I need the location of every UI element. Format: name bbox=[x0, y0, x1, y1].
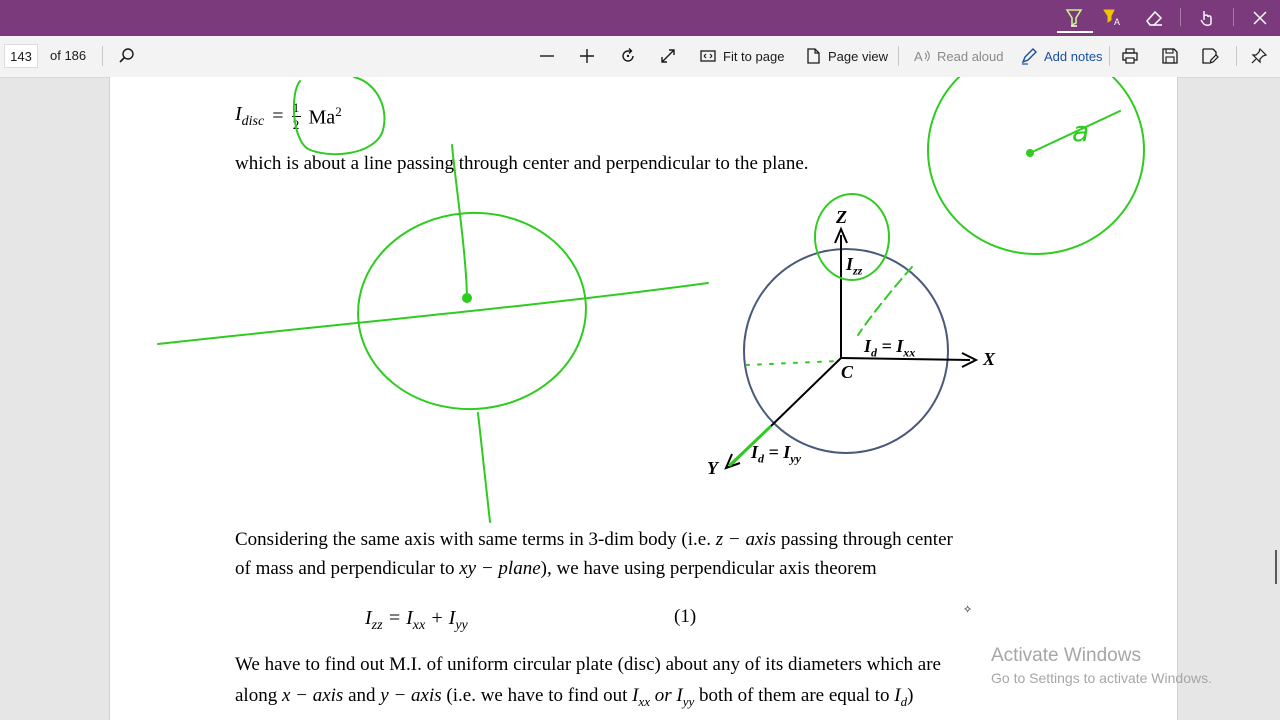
ink-center-dot bbox=[1026, 149, 1034, 157]
save-as-icon bbox=[1202, 48, 1219, 64]
pdf-page: Idisc = 12 Ma2 which is about a line pas… bbox=[109, 77, 1178, 720]
toolbar-divider bbox=[898, 46, 899, 66]
page-view-label: Page view bbox=[828, 48, 888, 64]
z-axis-label: Z bbox=[836, 207, 847, 227]
rotate-button[interactable] bbox=[619, 44, 637, 68]
close-icon[interactable] bbox=[1247, 6, 1273, 30]
fraction-one-half: 12 bbox=[291, 100, 301, 132]
id-ixx-label: Id = Ixx bbox=[864, 336, 916, 360]
search-icon bbox=[119, 48, 134, 63]
add-notes-label: Add notes bbox=[1044, 48, 1103, 64]
touch-writing-icon[interactable] bbox=[1194, 6, 1220, 30]
svg-text:A: A bbox=[914, 49, 923, 64]
print-button[interactable] bbox=[1121, 44, 1139, 68]
z-axis-arrow bbox=[834, 226, 848, 244]
text-para-1: Considering the same axis with same term… bbox=[235, 529, 953, 550]
ink-disc-axis bbox=[157, 282, 709, 345]
ink-dashed-line-1 bbox=[745, 360, 839, 366]
toolbar-divider bbox=[1109, 46, 1110, 66]
title-bar: A bbox=[0, 0, 1280, 36]
id-iyy-label: Id = Iyy bbox=[751, 442, 801, 466]
save-as-button[interactable] bbox=[1201, 44, 1219, 68]
titlebar-divider bbox=[1233, 8, 1234, 26]
ink-circle-radius bbox=[927, 77, 1145, 255]
sphere-outline bbox=[743, 248, 949, 454]
ink-vertical-line bbox=[477, 412, 491, 523]
equation-number: (1) bbox=[674, 606, 697, 627]
x-axis-label: X bbox=[983, 349, 996, 369]
y-axis-label: Y bbox=[707, 458, 718, 478]
activate-windows-subtitle: Go to Settings to activate Windows. bbox=[991, 670, 1212, 686]
text-para-4: along x − axis and y − axis (i.e. we hav… bbox=[235, 685, 914, 709]
svg-text:A: A bbox=[1114, 17, 1120, 27]
ink-pointer-dot bbox=[462, 293, 472, 303]
x-axis-arrow bbox=[961, 352, 979, 368]
pin-toolbar-button[interactable] bbox=[1250, 44, 1268, 68]
read-aloud-button[interactable]: A Read aloud bbox=[913, 44, 1004, 68]
eraser-icon[interactable] bbox=[1141, 6, 1167, 30]
fit-to-page-button[interactable]: Fit to page bbox=[699, 44, 784, 68]
izz-label: Izz bbox=[846, 254, 863, 278]
pen-icon bbox=[1021, 48, 1037, 65]
pin-icon bbox=[1251, 47, 1268, 64]
zoom-in-button[interactable] bbox=[578, 44, 596, 68]
perpendicular-axis-equation: Izz = Ixx + Iyy bbox=[365, 607, 468, 633]
read-aloud-icon: A bbox=[914, 49, 930, 64]
save-icon bbox=[1162, 48, 1178, 64]
center-label: C bbox=[841, 362, 854, 382]
scrollbar-thumb[interactable] bbox=[1275, 550, 1277, 584]
ink-letter-a: a bbox=[1072, 115, 1090, 148]
expand-icon bbox=[661, 49, 675, 63]
print-icon bbox=[1122, 48, 1138, 64]
plus-icon bbox=[580, 49, 594, 63]
ink-dashed-line-2 bbox=[857, 266, 913, 336]
page-count: of 186 bbox=[50, 48, 87, 63]
translate-highlight-icon[interactable]: A bbox=[1100, 6, 1126, 30]
activate-windows-title: Activate Windows bbox=[991, 645, 1141, 666]
ink-disc bbox=[357, 211, 587, 411]
read-aloud-label: Read aloud bbox=[937, 48, 1004, 64]
page-view-icon bbox=[807, 48, 820, 64]
disc-moment-equation: Idisc = 12 Ma2 bbox=[235, 100, 342, 132]
minus-icon bbox=[540, 55, 554, 57]
y-axis-arrow bbox=[724, 453, 741, 470]
text-para-3: We have to find out M.I. of uniform circ… bbox=[235, 654, 941, 675]
titlebar-divider bbox=[1180, 8, 1181, 26]
page-number-input[interactable] bbox=[4, 44, 38, 68]
highlighter-icon[interactable] bbox=[1061, 6, 1087, 30]
toolbar: of 186 Fit to page Page view A Read alou… bbox=[0, 36, 1280, 78]
text-line-1: which is about a line passing through ce… bbox=[235, 153, 809, 174]
search-button[interactable] bbox=[118, 44, 136, 68]
save-button[interactable] bbox=[1161, 44, 1179, 68]
page-view-button[interactable]: Page view bbox=[804, 44, 888, 68]
text-para-2: of mass and perpendicular to xy − plane)… bbox=[235, 558, 877, 579]
cursor-icon: ✧ bbox=[963, 604, 973, 616]
rotate-icon bbox=[622, 48, 634, 62]
toolbar-divider bbox=[1236, 46, 1237, 66]
fullscreen-button[interactable] bbox=[659, 44, 677, 68]
toolbar-divider bbox=[102, 46, 103, 66]
add-notes-button[interactable]: Add notes bbox=[1020, 44, 1103, 68]
zoom-out-button[interactable] bbox=[538, 44, 556, 68]
fit-to-page-label: Fit to page bbox=[723, 48, 785, 64]
active-tool-underline bbox=[1057, 31, 1093, 33]
fit-to-page-icon bbox=[700, 50, 716, 62]
